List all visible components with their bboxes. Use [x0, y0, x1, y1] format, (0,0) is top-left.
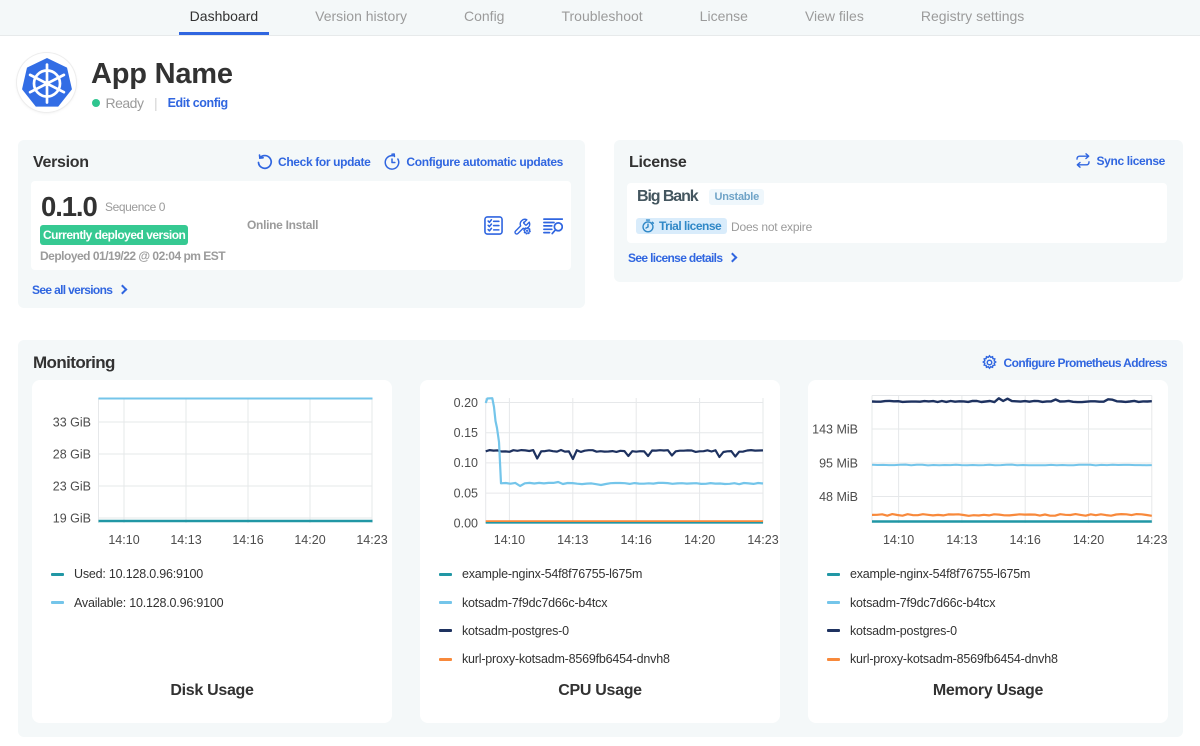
svg-text:14:10: 14:10	[108, 533, 139, 547]
svg-text:14:23: 14:23	[356, 533, 387, 547]
svg-text:14:23: 14:23	[747, 533, 778, 547]
svg-text:14:16: 14:16	[1010, 533, 1041, 547]
svg-text:14:16: 14:16	[232, 533, 263, 547]
svg-text:14:20: 14:20	[1073, 533, 1104, 547]
svg-text:14:20: 14:20	[684, 533, 715, 547]
svg-text:0.10: 0.10	[454, 456, 478, 470]
svg-text:14:16: 14:16	[621, 533, 652, 547]
svg-text:14:13: 14:13	[170, 533, 201, 547]
svg-text:23 GiB: 23 GiB	[53, 479, 91, 493]
svg-text:33 GiB: 33 GiB	[53, 415, 91, 429]
svg-text:28 GiB: 28 GiB	[53, 447, 91, 461]
svg-text:0.05: 0.05	[454, 486, 478, 500]
svg-text:0.15: 0.15	[454, 426, 478, 440]
svg-text:95 MiB: 95 MiB	[819, 456, 858, 470]
svg-text:48 MiB: 48 MiB	[819, 490, 858, 504]
svg-text:19 GiB: 19 GiB	[53, 511, 91, 525]
svg-text:143 MiB: 143 MiB	[812, 422, 858, 436]
svg-text:14:10: 14:10	[494, 533, 525, 547]
svg-text:14:13: 14:13	[557, 533, 588, 547]
svg-text:0.20: 0.20	[454, 396, 478, 410]
svg-text:14:13: 14:13	[946, 533, 977, 547]
svg-text:14:20: 14:20	[294, 533, 325, 547]
svg-text:0.00: 0.00	[454, 517, 478, 531]
svg-text:14:23: 14:23	[1136, 533, 1167, 547]
svg-text:14:10: 14:10	[883, 533, 914, 547]
